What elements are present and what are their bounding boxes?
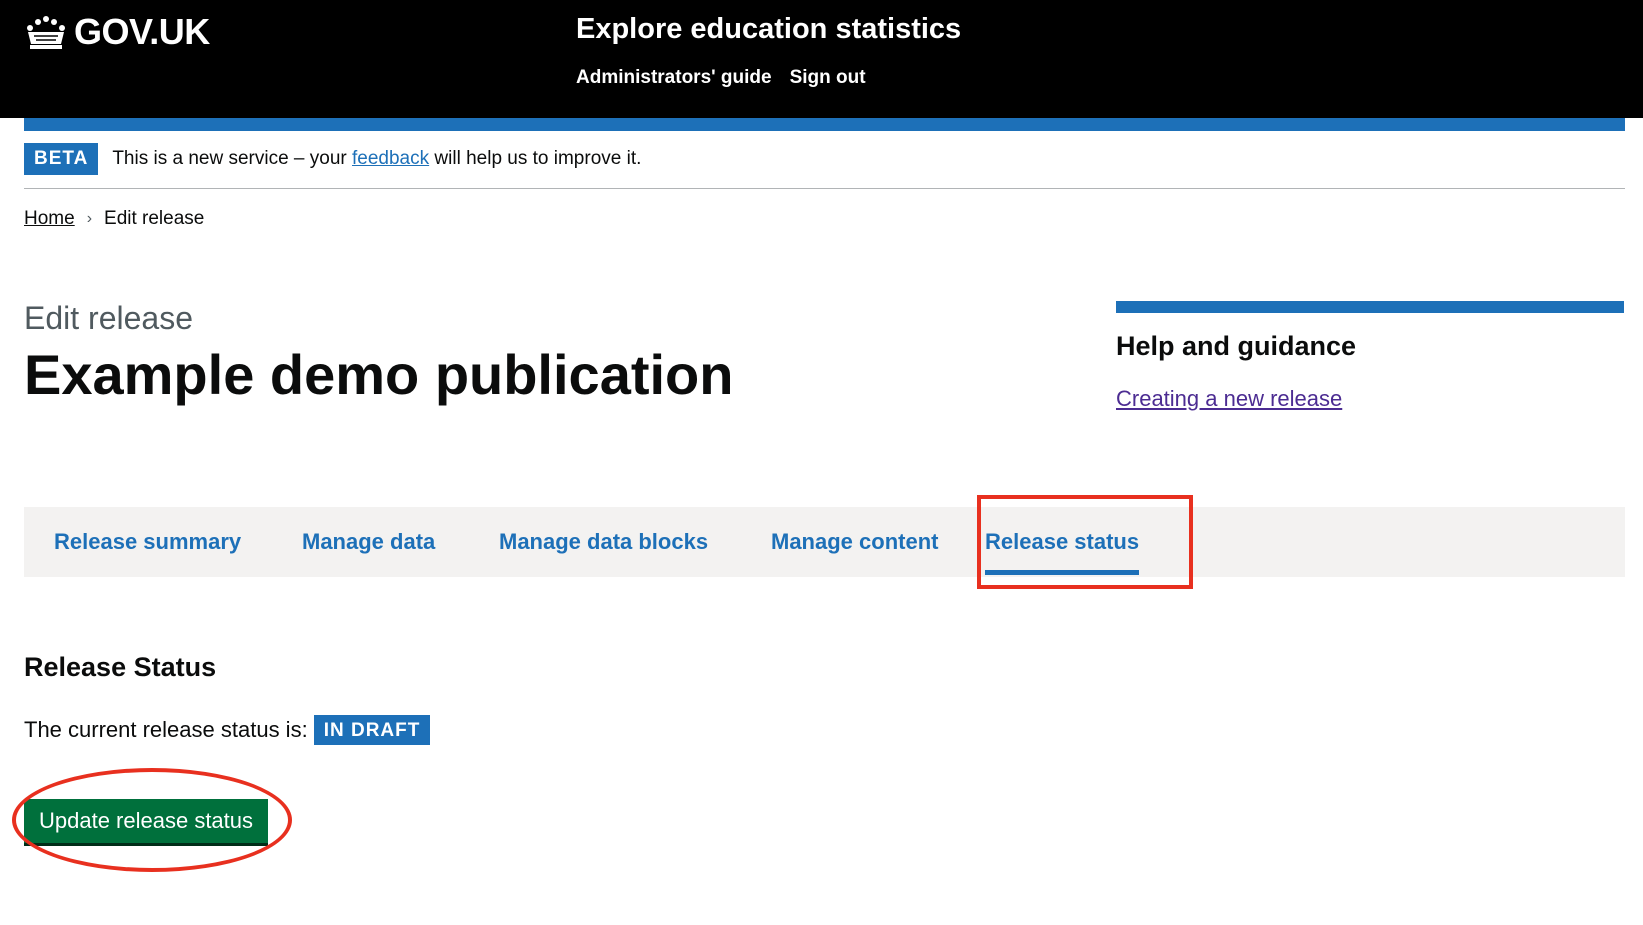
administrators-guide-link[interactable]: Administrators' guide [576, 67, 772, 89]
update-release-status-button[interactable]: Update release status [24, 799, 269, 843]
beta-tag: BETA [24, 143, 99, 175]
help-heading: Help and guidance [1116, 331, 1357, 361]
sign-out-link[interactable]: Sign out [790, 67, 866, 89]
header-blue-bar [24, 118, 1625, 131]
feedback-link[interactable]: feedback [352, 148, 429, 169]
tab-release-status[interactable]: Release status [985, 507, 1140, 577]
beta-text-before: This is a new service – your [112, 148, 353, 169]
creating-new-release-link[interactable]: Creating a new release [1116, 386, 1342, 412]
breadcrumb-home-link[interactable]: Home [24, 208, 75, 230]
beta-text: This is a new service – your feedback wi… [112, 149, 641, 169]
release-status-heading: Release Status [24, 652, 217, 682]
page-caption: Edit release [24, 300, 193, 336]
release-status-line: The current release status is: IN DRAFT [24, 715, 431, 745]
header-nav: Administrators' guide Sign out [576, 67, 866, 89]
beta-text-after: will help us to improve it. [429, 148, 642, 169]
release-status-label: The current release status is: [24, 717, 308, 742]
tab-manage-data[interactable]: Manage data [302, 507, 435, 577]
crown-icon [24, 14, 68, 50]
breadcrumb: Home › Edit release [24, 208, 204, 230]
release-nav-tabs: Release summary Manage data Manage data … [24, 507, 1625, 577]
help-panel: Help and guidance Creating a new release [1116, 301, 1624, 412]
govuk-logo-link[interactable]: GOV.UK [24, 10, 210, 54]
tab-manage-data-blocks[interactable]: Manage data blocks [499, 507, 708, 577]
site-header: GOV.UK Explore education statistics Admi… [0, 0, 1643, 118]
chevron-right-icon: › [86, 210, 93, 227]
tab-manage-content[interactable]: Manage content [771, 507, 938, 577]
page-title: Example demo publication [24, 343, 734, 406]
service-name[interactable]: Explore education statistics [576, 13, 961, 46]
beta-banner: BETA This is a new service – your feedba… [24, 143, 1625, 189]
breadcrumb-current: Edit release [104, 208, 205, 229]
status-badge: IN DRAFT [313, 715, 431, 745]
tab-release-summary[interactable]: Release summary [54, 507, 241, 577]
logo-text: GOV.UK [74, 11, 210, 52]
